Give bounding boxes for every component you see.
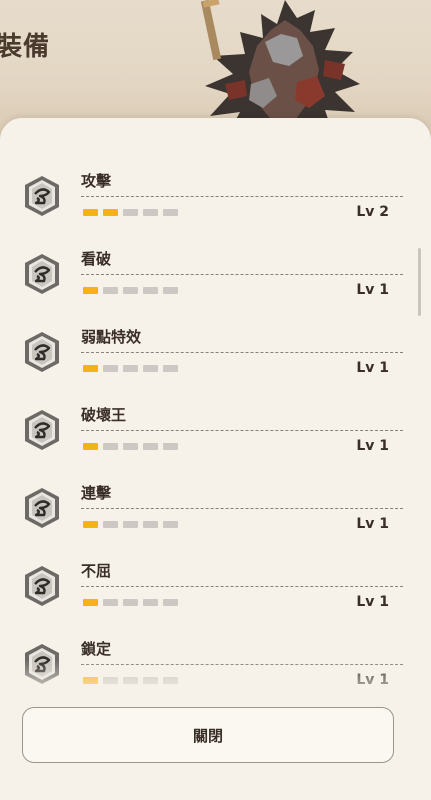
level-segment	[163, 443, 178, 450]
level-segment	[123, 677, 138, 684]
level-segment	[103, 677, 118, 684]
level-segment	[163, 287, 178, 294]
skill-name: 看破	[81, 250, 112, 268]
close-button[interactable]: 關閉	[22, 707, 394, 763]
page-title: 裝備	[0, 32, 51, 62]
level-segment	[143, 521, 158, 528]
divider	[81, 586, 403, 587]
skill-name: 破壞王	[81, 406, 127, 424]
divider	[81, 274, 403, 275]
level-indicator	[83, 209, 178, 216]
level-indicator	[83, 443, 178, 450]
level-segment	[103, 521, 118, 528]
skill-level: Lv 1	[356, 438, 389, 454]
skill-emblem-icon	[25, 176, 59, 216]
level-segment	[163, 599, 178, 606]
divider	[81, 352, 403, 353]
level-indicator	[83, 365, 178, 372]
skill-level: Lv 2	[356, 204, 389, 220]
level-indicator	[83, 677, 178, 684]
level-segment	[83, 209, 98, 216]
skill-emblem-icon	[25, 566, 59, 606]
level-segment	[83, 677, 98, 684]
skill-level: Lv 1	[356, 516, 389, 532]
skill-emblem-icon	[25, 332, 59, 372]
level-segment	[83, 365, 98, 372]
skill-name: 攻擊	[81, 172, 112, 190]
level-segment	[83, 599, 98, 606]
level-segment	[163, 365, 178, 372]
level-segment	[83, 521, 98, 528]
level-segment	[143, 287, 158, 294]
level-segment	[123, 599, 138, 606]
level-segment	[83, 287, 98, 294]
divider	[81, 430, 403, 431]
skill-emblem-icon	[25, 644, 59, 684]
skill-row: 不屈 Lv 1	[0, 548, 431, 626]
divider	[81, 664, 403, 665]
level-segment	[123, 209, 138, 216]
skill-emblem-icon	[25, 488, 59, 528]
level-segment	[83, 443, 98, 450]
level-segment	[123, 287, 138, 294]
skill-level: Lv 1	[356, 282, 389, 298]
skill-level: Lv 1	[356, 594, 389, 610]
level-segment	[103, 209, 118, 216]
level-indicator	[83, 599, 178, 606]
level-segment	[163, 677, 178, 684]
skill-emblem-icon	[25, 410, 59, 450]
level-segment	[123, 443, 138, 450]
level-segment	[143, 599, 158, 606]
level-segment	[163, 209, 178, 216]
divider	[81, 508, 403, 509]
level-segment	[143, 365, 158, 372]
skill-emblem-icon	[25, 254, 59, 294]
divider	[81, 196, 403, 197]
level-segment	[103, 287, 118, 294]
skill-row: 弱點特效 Lv 1	[0, 314, 431, 392]
level-segment	[143, 443, 158, 450]
level-segment	[143, 209, 158, 216]
skill-name: 弱點特效	[81, 328, 142, 346]
level-indicator	[83, 287, 178, 294]
skill-list[interactable]: 攻擊 Lv 2 看破 Lv 1 弱點特效 Lv 1 破壞王 Lv 1 連擊 Lv…	[0, 158, 431, 698]
level-segment	[123, 521, 138, 528]
level-segment	[103, 443, 118, 450]
skill-name: 不屈	[81, 562, 112, 580]
skill-row: 鎖定 Lv 1	[0, 626, 431, 698]
skill-row: 連擊 Lv 1	[0, 470, 431, 548]
skill-row: 破壞王 Lv 1	[0, 392, 431, 470]
scrollbar[interactable]	[418, 248, 421, 316]
skill-level: Lv 1	[356, 672, 389, 688]
level-segment	[103, 365, 118, 372]
level-segment	[123, 365, 138, 372]
level-segment	[143, 677, 158, 684]
skill-level: Lv 1	[356, 360, 389, 376]
skill-name: 鎖定	[81, 640, 112, 658]
skill-name: 連擊	[81, 484, 112, 502]
skill-row: 看破 Lv 1	[0, 236, 431, 314]
level-segment	[163, 521, 178, 528]
skill-row: 攻擊 Lv 2	[0, 158, 431, 236]
level-segment	[103, 599, 118, 606]
level-indicator	[83, 521, 178, 528]
